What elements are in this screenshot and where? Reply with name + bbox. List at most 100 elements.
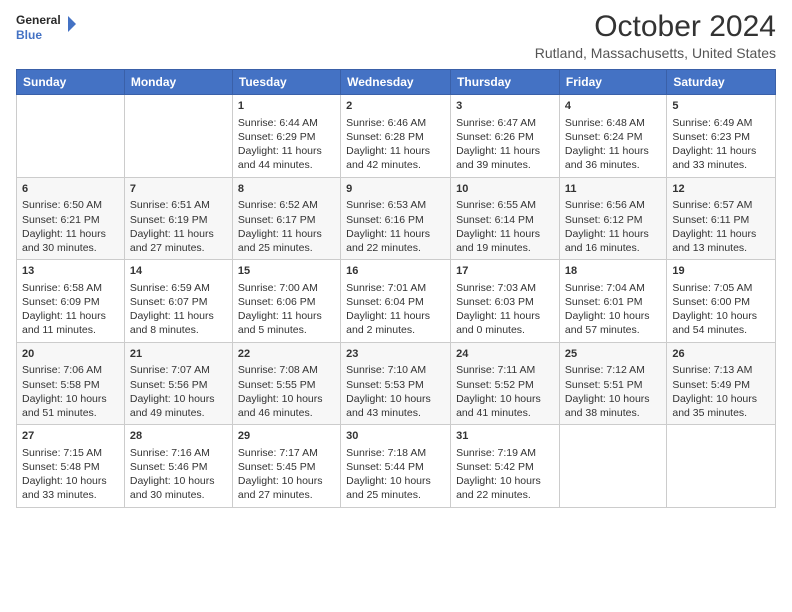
header-row: Sunday Monday Tuesday Wednesday Thursday… — [17, 70, 776, 95]
sunrise-text: Sunrise: 6:53 AM — [346, 198, 445, 212]
day-number: 12 — [672, 182, 770, 197]
cell-w4-d1: 21Sunrise: 7:07 AMSunset: 5:56 PMDayligh… — [124, 342, 232, 425]
day-number: 10 — [456, 182, 554, 197]
daylight-text: Daylight: 11 hours and 33 minutes. — [672, 144, 770, 172]
header-wednesday: Wednesday — [341, 70, 451, 95]
daylight-text: Daylight: 11 hours and 36 minutes. — [565, 144, 661, 172]
cell-w4-d3: 23Sunrise: 7:10 AMSunset: 5:53 PMDayligh… — [341, 342, 451, 425]
daylight-text: Daylight: 10 hours and 38 minutes. — [565, 392, 661, 420]
daylight-text: Daylight: 10 hours and 57 minutes. — [565, 309, 661, 337]
sunrise-text: Sunrise: 7:15 AM — [22, 446, 119, 460]
sunset-text: Sunset: 5:51 PM — [565, 378, 661, 392]
calendar-table: Sunday Monday Tuesday Wednesday Thursday… — [16, 69, 776, 508]
day-number: 25 — [565, 347, 661, 362]
header-tuesday: Tuesday — [232, 70, 340, 95]
cell-w4-d4: 24Sunrise: 7:11 AMSunset: 5:52 PMDayligh… — [451, 342, 560, 425]
cell-w2-d3: 9Sunrise: 6:53 AMSunset: 6:16 PMDaylight… — [341, 177, 451, 260]
calendar-body: 1Sunrise: 6:44 AMSunset: 6:29 PMDaylight… — [17, 95, 776, 508]
sunrise-text: Sunrise: 7:13 AM — [672, 363, 770, 377]
day-number: 26 — [672, 347, 770, 362]
day-number: 6 — [22, 182, 119, 197]
sunrise-text: Sunrise: 6:46 AM — [346, 116, 445, 130]
header-sunday: Sunday — [17, 70, 125, 95]
sunrise-text: Sunrise: 7:07 AM — [130, 363, 227, 377]
daylight-text: Daylight: 11 hours and 22 minutes. — [346, 227, 445, 255]
header-thursday: Thursday — [451, 70, 560, 95]
header-saturday: Saturday — [667, 70, 776, 95]
sunset-text: Sunset: 6:06 PM — [238, 295, 335, 309]
day-number: 20 — [22, 347, 119, 362]
daylight-text: Daylight: 10 hours and 22 minutes. — [456, 474, 554, 502]
week-row-5: 27Sunrise: 7:15 AMSunset: 5:48 PMDayligh… — [17, 425, 776, 508]
sunset-text: Sunset: 5:42 PM — [456, 460, 554, 474]
sunset-text: Sunset: 6:23 PM — [672, 130, 770, 144]
sunset-text: Sunset: 6:09 PM — [22, 295, 119, 309]
sunrise-text: Sunrise: 6:50 AM — [22, 198, 119, 212]
sunrise-text: Sunrise: 6:51 AM — [130, 198, 227, 212]
cell-w4-d0: 20Sunrise: 7:06 AMSunset: 5:58 PMDayligh… — [17, 342, 125, 425]
cell-w1-d4: 3Sunrise: 6:47 AMSunset: 6:26 PMDaylight… — [451, 95, 560, 178]
cell-w3-d4: 17Sunrise: 7:03 AMSunset: 6:03 PMDayligh… — [451, 260, 560, 343]
sunrise-text: Sunrise: 6:57 AM — [672, 198, 770, 212]
sunrise-text: Sunrise: 7:01 AM — [346, 281, 445, 295]
sunrise-text: Sunrise: 7:03 AM — [456, 281, 554, 295]
daylight-text: Daylight: 10 hours and 49 minutes. — [130, 392, 227, 420]
cell-w1-d3: 2Sunrise: 6:46 AMSunset: 6:28 PMDaylight… — [341, 95, 451, 178]
cell-w1-d1 — [124, 95, 232, 178]
sunrise-text: Sunrise: 7:08 AM — [238, 363, 335, 377]
cell-w5-d6 — [667, 425, 776, 508]
sunrise-text: Sunrise: 7:17 AM — [238, 446, 335, 460]
cell-w1-d6: 5 Sunrise: 6:49 AMSunset: 6:23 PMDaylight… — [667, 95, 776, 178]
sunset-text: Sunset: 6:19 PM — [130, 213, 227, 227]
day-number: 15 — [238, 264, 335, 279]
cell-w2-d2: 8Sunrise: 6:52 AMSunset: 6:17 PMDaylight… — [232, 177, 340, 260]
day-number: 17 — [456, 264, 554, 279]
sunrise-text: Sunrise: 7:04 AM — [565, 281, 661, 295]
cell-w5-d0: 27Sunrise: 7:15 AMSunset: 5:48 PMDayligh… — [17, 425, 125, 508]
day-number: 5 — [672, 99, 770, 114]
cell-w4-d6: 26Sunrise: 7:13 AMSunset: 5:49 PMDayligh… — [667, 342, 776, 425]
daylight-text: Daylight: 10 hours and 35 minutes. — [672, 392, 770, 420]
header-monday: Monday — [124, 70, 232, 95]
sunset-text: Sunset: 5:44 PM — [346, 460, 445, 474]
sunrise-text: Sunrise: 7:00 AM — [238, 281, 335, 295]
daylight-text: Daylight: 11 hours and 2 minutes. — [346, 309, 445, 337]
daylight-text: Daylight: 11 hours and 5 minutes. — [238, 309, 335, 337]
daylight-text: Daylight: 11 hours and 11 minutes. — [22, 309, 119, 337]
daylight-text: Daylight: 10 hours and 27 minutes. — [238, 474, 335, 502]
title-block: October 2024 Rutland, Massachusetts, Uni… — [535, 10, 776, 61]
sunrise-text: Sunrise: 6:49 AM — [672, 116, 770, 130]
daylight-text: Daylight: 11 hours and 30 minutes. — [22, 227, 119, 255]
sunset-text: Sunset: 6:16 PM — [346, 213, 445, 227]
calendar-page: General Blue October 2024 Rutland, Massa… — [0, 0, 792, 612]
cell-w2-d1: 7Sunrise: 6:51 AMSunset: 6:19 PMDaylight… — [124, 177, 232, 260]
daylight-text: Daylight: 11 hours and 42 minutes. — [346, 144, 445, 172]
sunrise-text: Sunrise: 6:59 AM — [130, 281, 227, 295]
day-number: 19 — [672, 264, 770, 279]
day-number: 1 — [238, 99, 335, 114]
cell-w3-d5: 18Sunrise: 7:04 AMSunset: 6:01 PMDayligh… — [559, 260, 666, 343]
day-number: 9 — [346, 182, 445, 197]
cell-w1-d2: 1Sunrise: 6:44 AMSunset: 6:29 PMDaylight… — [232, 95, 340, 178]
day-number: 24 — [456, 347, 554, 362]
cell-w2-d5: 11Sunrise: 6:56 AMSunset: 6:12 PMDayligh… — [559, 177, 666, 260]
sunrise-text: Sunrise: 6:52 AM — [238, 198, 335, 212]
daylight-text: Daylight: 10 hours and 43 minutes. — [346, 392, 445, 420]
cell-w4-d5: 25Sunrise: 7:12 AMSunset: 5:51 PMDayligh… — [559, 342, 666, 425]
daylight-text: Daylight: 11 hours and 19 minutes. — [456, 227, 554, 255]
logo-svg: General Blue — [16, 10, 76, 46]
sunset-text: Sunset: 5:46 PM — [130, 460, 227, 474]
day-number: 28 — [130, 429, 227, 444]
daylight-text: Daylight: 10 hours and 33 minutes. — [22, 474, 119, 502]
sunrise-text: Sunrise: 7:11 AM — [456, 363, 554, 377]
sunset-text: Sunset: 5:52 PM — [456, 378, 554, 392]
week-row-1: 1Sunrise: 6:44 AMSunset: 6:29 PMDaylight… — [17, 95, 776, 178]
sunrise-text: Sunrise: 6:47 AM — [456, 116, 554, 130]
cell-w3-d6: 19Sunrise: 7:05 AMSunset: 6:00 PMDayligh… — [667, 260, 776, 343]
daylight-text: Daylight: 11 hours and 13 minutes. — [672, 227, 770, 255]
day-number: 11 — [565, 182, 661, 197]
sunrise-text: Sunrise: 7:18 AM — [346, 446, 445, 460]
sunset-text: Sunset: 6:21 PM — [22, 213, 119, 227]
cell-w3-d0: 13Sunrise: 6:58 AMSunset: 6:09 PMDayligh… — [17, 260, 125, 343]
cell-w5-d4: 31Sunrise: 7:19 AMSunset: 5:42 PMDayligh… — [451, 425, 560, 508]
